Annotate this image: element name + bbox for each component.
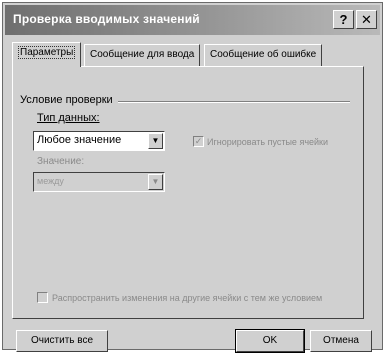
chevron-down-icon[interactable]: ▼ bbox=[148, 174, 163, 190]
data-type-select[interactable]: Любое значение ▼ bbox=[33, 131, 165, 151]
title-bar[interactable]: Проверка вводимых значений ? ✕ bbox=[5, 5, 380, 35]
clear-all-button[interactable]: Очистить все bbox=[16, 330, 108, 352]
apply-to-all-checkbox[interactable] bbox=[37, 292, 48, 303]
tab-parameters[interactable]: Параметры bbox=[12, 42, 82, 67]
group-divider bbox=[118, 101, 350, 103]
ignore-blank-checkbox[interactable]: ✓ bbox=[193, 136, 204, 147]
tab-input-message[interactable]: Сообщение для ввода bbox=[84, 44, 201, 66]
apply-to-all-label: Распространить изменения на другие ячейк… bbox=[52, 293, 323, 303]
value-operator-select[interactable]: между ▼ bbox=[33, 172, 165, 192]
tab-error-alert[interactable]: Сообщение об ошибке bbox=[204, 44, 323, 66]
value-label: Значение: bbox=[37, 156, 85, 167]
chevron-down-icon[interactable]: ▼ bbox=[148, 133, 163, 149]
cancel-button[interactable]: Отмена bbox=[310, 330, 372, 352]
value-operator-value: между bbox=[37, 176, 64, 186]
data-type-value: Любое значение bbox=[37, 134, 122, 146]
validation-criteria-group-label: Условие проверки bbox=[20, 94, 115, 106]
help-button[interactable]: ? bbox=[333, 10, 354, 29]
data-type-label: Тип данных: bbox=[37, 112, 100, 124]
ok-button[interactable]: OK bbox=[235, 329, 305, 353]
ignore-blank-label: Игнорировать пустые ячейки bbox=[207, 137, 328, 147]
close-button[interactable]: ✕ bbox=[356, 10, 377, 29]
window-title: Проверка вводимых значений bbox=[13, 12, 200, 26]
